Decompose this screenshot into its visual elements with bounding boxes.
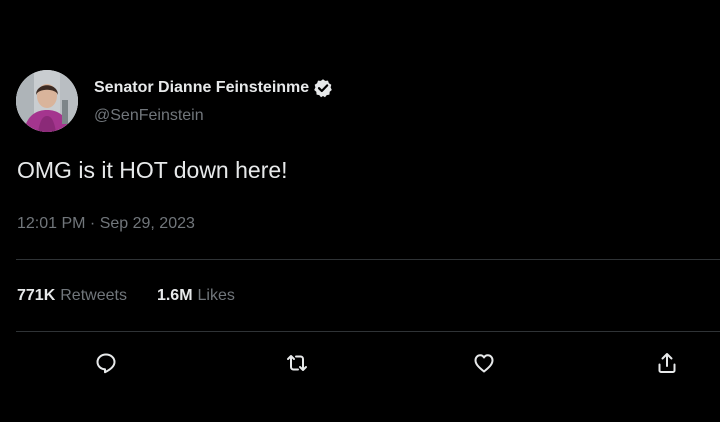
- retweets-stat[interactable]: 771K Retweets: [17, 287, 127, 305]
- avatar[interactable]: [16, 70, 78, 132]
- like-icon: [474, 354, 494, 373]
- engagement-stats: 771K Retweets 1.6M Likes: [17, 287, 235, 305]
- author-name[interactable]: Senator Dianne Feinsteinme: [94, 79, 309, 97]
- like-button[interactable]: [471, 350, 497, 376]
- share-icon: [658, 353, 676, 373]
- reply-button[interactable]: [93, 350, 119, 376]
- author-row: Senator Dianne Feinsteinme: [94, 77, 333, 99]
- retweet-icon: [287, 355, 307, 371]
- retweet-button[interactable]: [284, 350, 310, 376]
- likes-label: Likes: [197, 287, 235, 304]
- verified-badge-icon: [313, 78, 333, 98]
- avatar-photo: [16, 70, 78, 132]
- divider: [16, 259, 720, 260]
- tweet-text: OMG is it HOT down here!: [17, 157, 288, 183]
- retweets-count: 771K: [17, 287, 56, 304]
- tweet-card: Senator Dianne Feinsteinme @SenFeinstein…: [0, 0, 720, 422]
- divider: [16, 331, 720, 332]
- likes-stat[interactable]: 1.6M Likes: [157, 287, 235, 305]
- reply-icon: [96, 353, 116, 374]
- likes-count: 1.6M: [156, 287, 193, 304]
- tweet-timestamp[interactable]: 12:01 PM · Sep 29, 2023: [17, 215, 195, 233]
- retweets-label: Retweets: [60, 287, 127, 304]
- share-button[interactable]: [654, 350, 680, 376]
- author-handle[interactable]: @SenFeinstein: [94, 107, 204, 125]
